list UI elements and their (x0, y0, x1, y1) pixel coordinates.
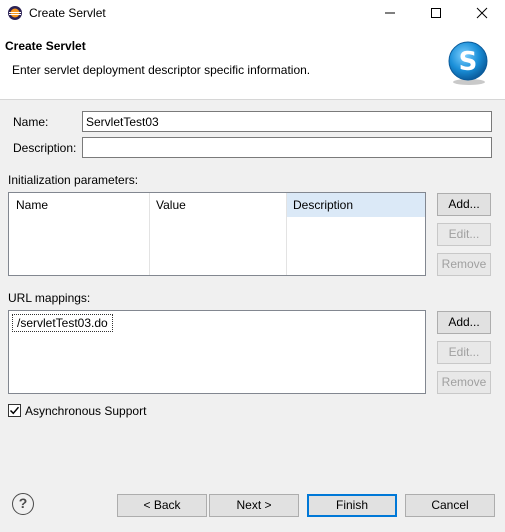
title-bar: Create Servlet (0, 0, 505, 26)
finish-button[interactable]: Finish (307, 494, 397, 517)
async-support-label[interactable]: Asynchronous Support (25, 404, 146, 418)
svg-text:S: S (459, 47, 478, 77)
eclipse-icon (8, 6, 22, 20)
url-mappings-remove-button[interactable]: Remove (437, 371, 491, 394)
close-button[interactable] (459, 0, 505, 26)
init-params-add-button[interactable]: Add... (437, 193, 491, 216)
column-header-name[interactable]: Name (9, 193, 149, 217)
minimize-button[interactable] (367, 0, 413, 26)
maximize-button[interactable] (413, 0, 459, 26)
url-mappings-label: URL mappings: (8, 291, 91, 305)
column-divider (149, 193, 150, 275)
wizard-description: Enter servlet deployment descriptor spec… (12, 63, 311, 77)
help-icon[interactable]: ? (12, 493, 34, 515)
description-label: Description: (13, 141, 77, 155)
back-button[interactable]: < Back (117, 494, 207, 517)
column-header-value[interactable]: Value (149, 193, 286, 217)
wizard-title: Create Servlet (5, 39, 86, 53)
url-mappings-list[interactable]: /servletTest03.do (8, 310, 426, 394)
window-title: Create Servlet (29, 6, 106, 20)
async-support-checkbox[interactable] (8, 404, 21, 417)
init-params-remove-button[interactable]: Remove (437, 253, 491, 276)
cancel-button[interactable]: Cancel (405, 494, 495, 517)
init-params-label: Initialization parameters: (8, 173, 139, 187)
wizard-header: Create Servlet Enter servlet deployment … (0, 26, 505, 100)
url-mappings-add-button[interactable]: Add... (437, 311, 491, 334)
maximize-icon (431, 8, 441, 18)
next-button[interactable]: Next > (209, 494, 299, 517)
checkmark-icon (9, 406, 20, 415)
column-header-description[interactable]: Description (286, 193, 425, 217)
servlet-banner-icon: S (448, 41, 488, 85)
name-label: Name: (13, 115, 49, 129)
url-mappings-edit-button[interactable]: Edit... (437, 341, 491, 364)
list-item[interactable]: /servletTest03.do (12, 314, 113, 332)
init-params-table[interactable]: Name Value Description (8, 192, 426, 276)
column-divider (286, 193, 287, 275)
close-icon (476, 7, 488, 19)
name-input[interactable]: ServletTest03 (82, 111, 492, 132)
minimize-icon (385, 12, 395, 14)
init-params-edit-button[interactable]: Edit... (437, 223, 491, 246)
description-input[interactable] (82, 137, 492, 158)
